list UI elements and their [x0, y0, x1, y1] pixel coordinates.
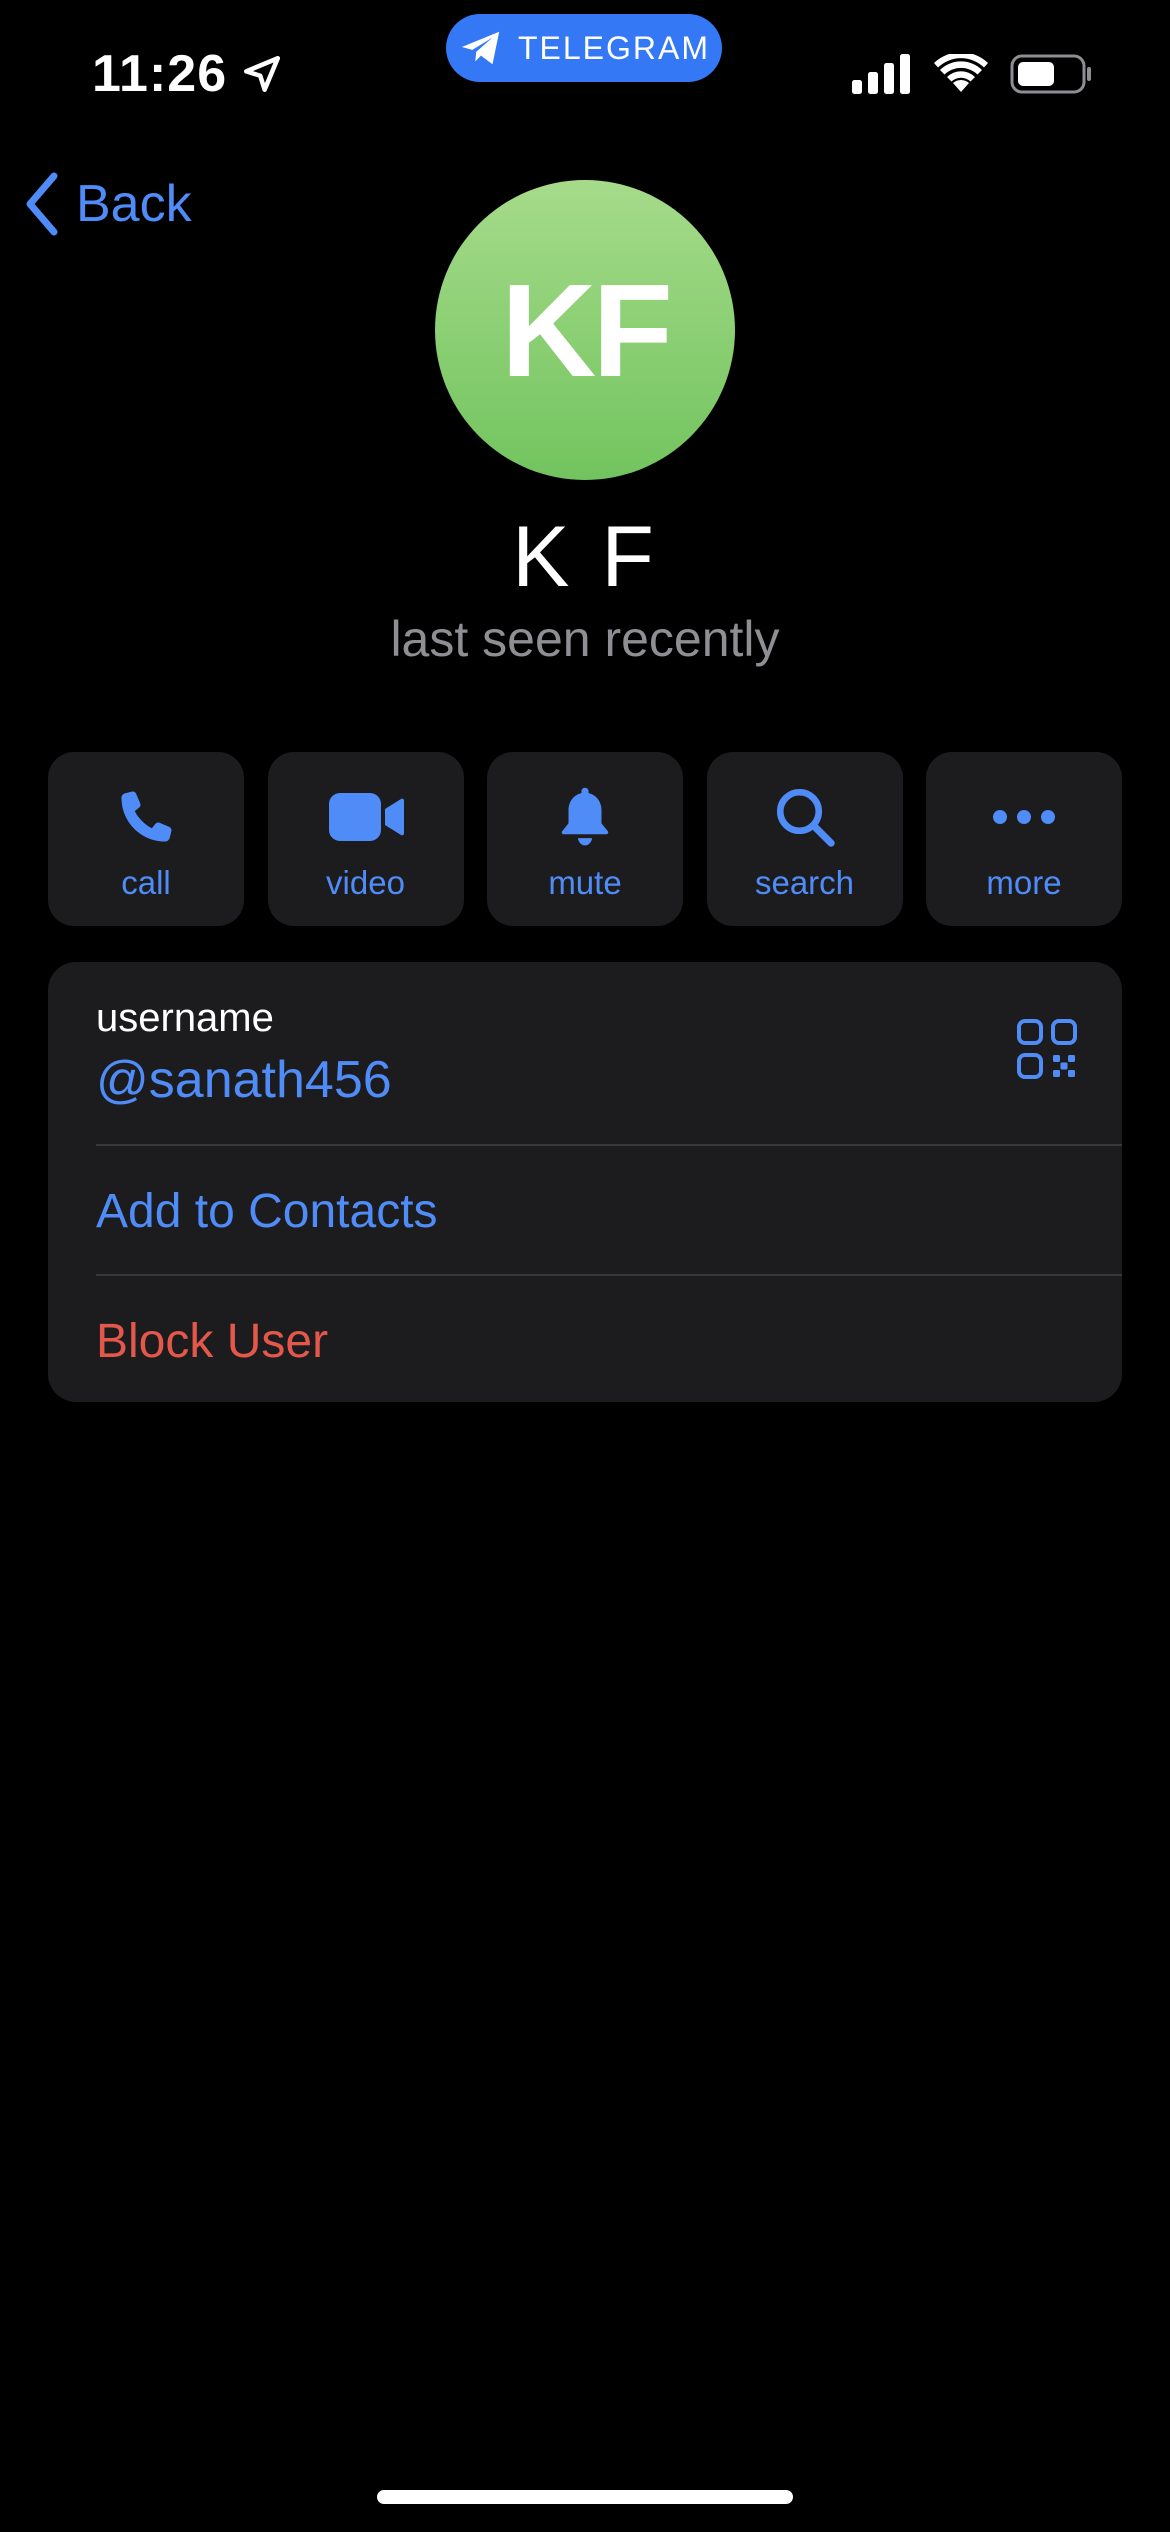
qr-code-icon[interactable] — [1016, 1018, 1078, 1080]
info-card: username @sanath456 Add to Contacts Bloc… — [48, 962, 1122, 1402]
back-label: Back — [76, 175, 192, 233]
block-user-button[interactable]: Block User — [48, 1276, 1122, 1402]
more-dots-icon — [993, 810, 1055, 824]
bell-icon — [561, 787, 609, 846]
wifi-icon — [934, 54, 988, 92]
back-button[interactable]: Back — [22, 170, 192, 238]
search-icon — [776, 788, 835, 847]
phone-icon — [121, 791, 172, 842]
call-button[interactable]: call — [48, 752, 244, 926]
call-label: call — [121, 864, 171, 901]
add-to-contacts-label: Add to Contacts — [96, 1185, 438, 1238]
status-bar: 11:26 TELEGRAM — [0, 0, 1170, 150]
video-button[interactable]: video — [267, 752, 464, 926]
status-time: 11:26 — [92, 44, 283, 104]
status-indicators — [852, 54, 1092, 94]
cellular-signal-icon — [852, 54, 910, 94]
app-pill-label: TELEGRAM — [517, 29, 711, 66]
avatar[interactable]: KF — [435, 180, 735, 480]
home-indicator[interactable] — [377, 2490, 793, 2504]
more-button[interactable]: more — [926, 752, 1122, 926]
search-button[interactable]: search — [706, 752, 903, 926]
more-label: more — [986, 864, 1062, 901]
battery-icon — [1010, 54, 1091, 94]
add-to-contacts-button[interactable]: Add to Contacts — [48, 1146, 1122, 1274]
chevron-left-icon — [26, 172, 58, 236]
username-label: username — [96, 996, 274, 1040]
profile-name: K F — [512, 509, 658, 605]
search-label: search — [754, 864, 855, 901]
avatar-initials: KF — [501, 256, 673, 404]
status-time-text: 11:26 — [92, 45, 228, 103]
username-value[interactable]: @sanath456 — [96, 1050, 392, 1110]
username-row[interactable]: username @sanath456 — [48, 962, 1122, 1144]
mute-button[interactable]: mute — [487, 752, 683, 926]
return-to-telegram-pill[interactable]: TELEGRAM — [446, 14, 722, 82]
block-user-label: Block User — [96, 1315, 329, 1368]
mute-label: mute — [548, 864, 622, 901]
profile-status: last seen recently — [390, 611, 780, 667]
action-buttons: call video mute search more — [48, 752, 1122, 926]
video-camera-icon — [328, 793, 404, 841]
location-arrow-icon — [244, 55, 281, 93]
telegram-paper-plane-icon — [461, 31, 500, 65]
video-label: video — [326, 864, 405, 901]
